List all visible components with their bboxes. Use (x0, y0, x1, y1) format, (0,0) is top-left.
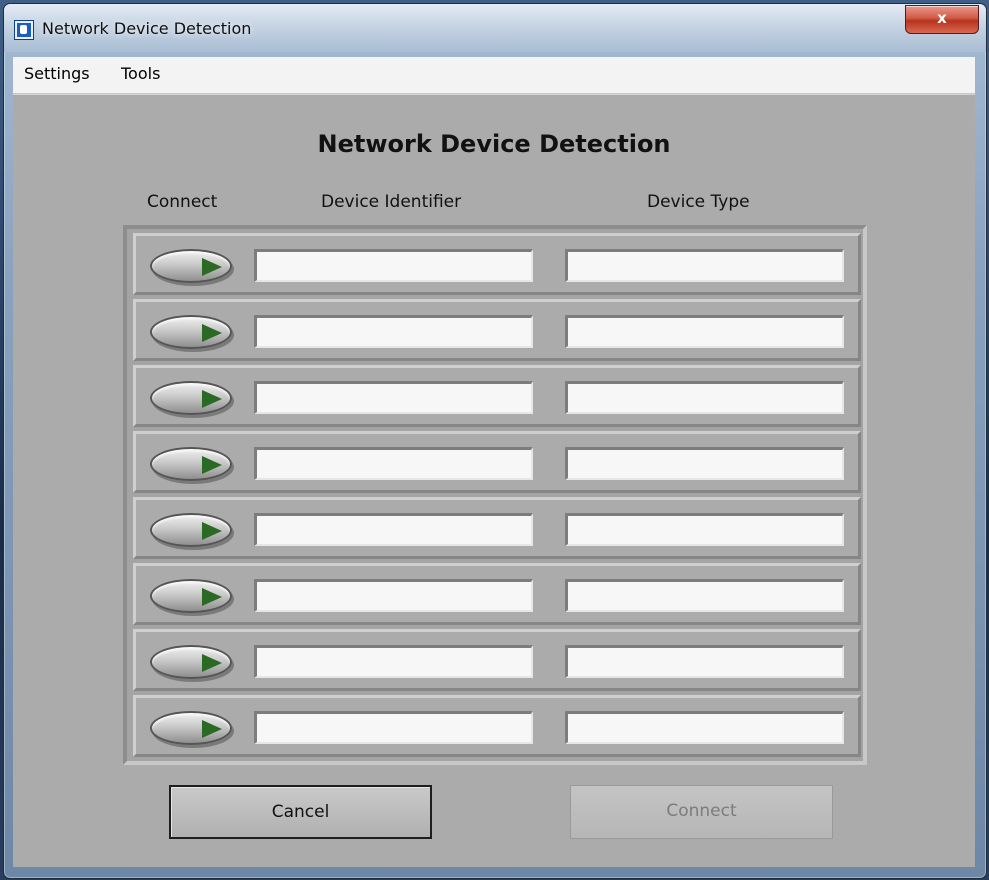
device-identifier-field[interactable] (254, 513, 533, 546)
close-button[interactable]: x (905, 5, 979, 34)
arrow-right-icon (202, 522, 222, 540)
device-row (133, 563, 861, 625)
app-window: Network Device Detection x Settings Tool… (3, 3, 987, 879)
device-type-field[interactable] (565, 645, 844, 678)
column-header-device-type: Device Type (647, 192, 750, 212)
device-row (133, 299, 861, 361)
device-identifier-field[interactable] (254, 381, 533, 414)
device-identifier-field[interactable] (254, 249, 533, 282)
device-type-field[interactable] (565, 447, 844, 480)
connect-toggle[interactable] (150, 513, 232, 547)
device-identifier-field[interactable] (254, 315, 533, 348)
device-row (133, 365, 861, 427)
device-row (133, 431, 861, 493)
page-title: Network Device Detection (317, 130, 671, 158)
menu-settings[interactable]: Settings (24, 64, 90, 83)
app-icon (14, 20, 34, 40)
device-list (123, 225, 867, 765)
device-row (133, 695, 861, 757)
cancel-button[interactable]: Cancel (169, 785, 432, 839)
device-identifier-field[interactable] (254, 447, 533, 480)
connect-toggle[interactable] (150, 447, 232, 481)
title-bar[interactable]: Network Device Detection x (4, 4, 986, 52)
arrow-right-icon (202, 324, 222, 342)
connect-toggle[interactable] (150, 711, 232, 745)
device-type-field[interactable] (565, 315, 844, 348)
arrow-right-icon (202, 588, 222, 606)
device-identifier-field[interactable] (254, 711, 533, 744)
arrow-right-icon (202, 258, 222, 276)
device-type-field[interactable] (565, 249, 844, 282)
arrow-right-icon (202, 456, 222, 474)
connect-toggle[interactable] (150, 249, 232, 283)
device-type-field[interactable] (565, 381, 844, 414)
device-type-field[interactable] (565, 579, 844, 612)
arrow-right-icon (202, 720, 222, 738)
connect-toggle[interactable] (150, 579, 232, 613)
connect-toggle[interactable] (150, 645, 232, 679)
column-header-connect: Connect (147, 192, 218, 212)
arrow-right-icon (202, 390, 222, 408)
arrow-right-icon (202, 654, 222, 672)
device-identifier-field[interactable] (254, 579, 533, 612)
dialog-content: Network Device Detection Connect Device … (13, 94, 975, 867)
connect-toggle[interactable] (150, 381, 232, 415)
device-row (133, 629, 861, 691)
menu-tools[interactable]: Tools (121, 64, 160, 83)
device-identifier-field[interactable] (254, 645, 533, 678)
connect-button[interactable]: Connect (570, 785, 833, 839)
menu-bar: Settings Tools (13, 57, 975, 94)
device-row (133, 233, 861, 295)
device-row (133, 497, 861, 559)
window-title: Network Device Detection (42, 19, 252, 38)
device-type-field[interactable] (565, 513, 844, 546)
connect-toggle[interactable] (150, 315, 232, 349)
column-header-device-identifier: Device Identifier (321, 192, 462, 212)
device-type-field[interactable] (565, 711, 844, 744)
